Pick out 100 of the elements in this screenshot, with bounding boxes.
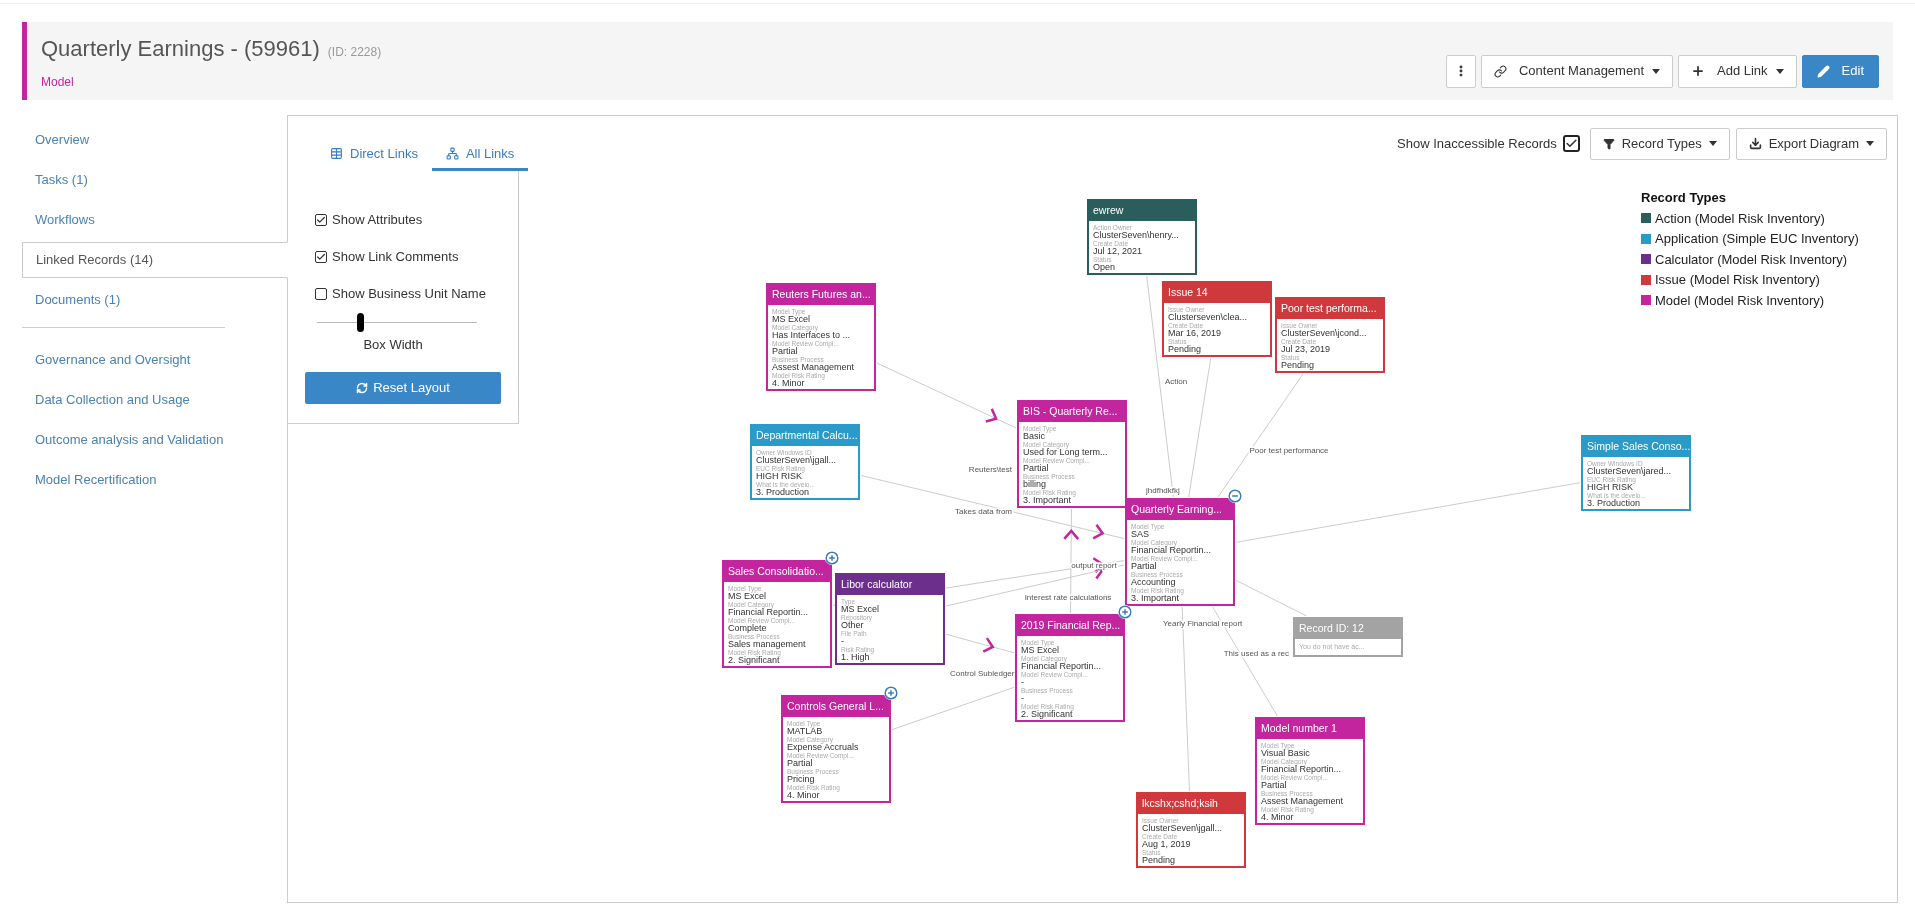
- plus-circle-icon[interactable]: [1118, 605, 1132, 619]
- node-title[interactable]: Model number 1: [1257, 719, 1363, 739]
- field-value: Financial Reportin...: [1131, 546, 1213, 555]
- minus-circle-icon[interactable]: [1228, 489, 1242, 503]
- node-title[interactable]: Controls General L...: [783, 697, 889, 717]
- field-value: 2. Significant: [1021, 710, 1073, 719]
- slider-thumb[interactable]: [357, 313, 365, 332]
- field-value: Sales management: [728, 640, 807, 649]
- refresh-icon: [356, 381, 369, 394]
- field-value: HIGH RISK: [1587, 483, 1633, 492]
- field-value: 3. Important: [1023, 496, 1072, 505]
- field-value: 1. High: [841, 653, 870, 662]
- sidebar-item[interactable]: Linked Records (14): [22, 242, 288, 278]
- field-value: Complete: [728, 624, 767, 633]
- sidebar-item[interactable]: Overview: [22, 122, 287, 158]
- checkbox[interactable]: [315, 287, 327, 300]
- node-title[interactable]: 2019 Financial Rep...: [1017, 616, 1123, 636]
- tab[interactable]: Direct Links: [316, 139, 432, 171]
- legend-title: Record Types: [1641, 189, 1727, 207]
- field-value: Assest Management: [1261, 797, 1345, 806]
- field-value: Pending: [1281, 361, 1316, 370]
- sidebar-item[interactable]: Governance and Oversight: [22, 342, 225, 378]
- add-link-button[interactable]: Add Link: [1678, 54, 1797, 88]
- sidebar-item[interactable]: Model Recertification: [22, 462, 225, 498]
- node-title[interactable]: Reuters Futures an...: [768, 285, 874, 305]
- inaccessible-checkbox[interactable]: [1562, 135, 1580, 152]
- field-value: 3. Important: [1131, 594, 1180, 603]
- link-comment: jhdfhdkfkj: [1146, 486, 1180, 495]
- field-value: -: [1021, 678, 1025, 687]
- table-icon: [330, 147, 343, 160]
- field-value: 4. Minor: [772, 379, 806, 388]
- legend-label: Model (Model Risk Inventory): [1655, 291, 1825, 310]
- field-value: Financial Reportin...: [728, 608, 810, 617]
- field-value: Partial: [772, 347, 798, 356]
- plus-circle-icon[interactable]: [825, 551, 839, 565]
- caret-icon: [1652, 68, 1660, 74]
- sidebar-item[interactable]: Outcome analysis and Validation: [22, 422, 225, 458]
- caret-icon: [1708, 141, 1717, 146]
- sitemap-icon: [445, 147, 459, 160]
- record-types-button[interactable]: Record Types: [1589, 127, 1730, 160]
- field-value: MATLAB: [787, 727, 824, 736]
- link-comment: Control Subledger: [950, 669, 1015, 678]
- node-title[interactable]: BIS - Quarterly Re...: [1019, 402, 1125, 422]
- node-title[interactable]: Quarterly Earning...: [1127, 500, 1233, 520]
- pencil-icon: [1816, 64, 1830, 78]
- field-value: -: [1021, 694, 1025, 703]
- field-value: Pending: [1168, 345, 1203, 354]
- record-title: Quarterly Earnings - (59961): [41, 34, 320, 63]
- node-title[interactable]: Issue 14: [1164, 283, 1270, 303]
- field-value: Has Interfaces to ...: [772, 331, 852, 340]
- caret-icon: [1866, 141, 1874, 146]
- field-value: Partial: [1261, 781, 1287, 790]
- field-value: Expense Accruals: [787, 743, 860, 752]
- field-value: ClusterSeven\jcond...: [1281, 329, 1368, 338]
- field-value: ClusterSeven\jgall...: [1142, 824, 1224, 833]
- node-title[interactable]: Libor calculator: [837, 575, 943, 595]
- field-value: Partial: [1023, 464, 1049, 473]
- content-management-button[interactable]: Content Management: [1480, 54, 1673, 88]
- node-title[interactable]: Simple Sales Conso...: [1583, 437, 1689, 457]
- reset-layout-button[interactable]: Reset Layout: [305, 371, 501, 404]
- record-type: Model: [41, 73, 75, 91]
- plus-circle-icon[interactable]: [884, 686, 898, 700]
- slider-label: Box Width: [363, 336, 423, 354]
- field-value: MS Excel: [772, 315, 811, 324]
- sidebar-item[interactable]: Data Collection and Usage: [22, 382, 225, 418]
- field-value: Assest Management: [772, 363, 856, 372]
- sidebar-item[interactable]: Documents (1): [22, 282, 287, 318]
- checkbox[interactable]: [315, 250, 327, 263]
- field-value: Clusterseven\clea...: [1168, 313, 1249, 322]
- node-title[interactable]: ewrew: [1089, 201, 1195, 221]
- check-icon: [316, 251, 326, 262]
- checkbox[interactable]: [315, 213, 327, 226]
- node-title[interactable]: Departmental Calcu...: [752, 426, 858, 446]
- filter-icon: [1602, 137, 1615, 150]
- field-value: Pending: [1142, 856, 1177, 865]
- download-icon: [1748, 137, 1762, 150]
- sidebar-item[interactable]: Tasks (1): [22, 162, 287, 198]
- link-comment: This used as a rec: [1223, 649, 1289, 658]
- field-value: billing: [1023, 480, 1046, 489]
- node-title[interactable]: Poor test performa...: [1277, 299, 1383, 319]
- sidebar-item[interactable]: Workflows: [22, 202, 287, 238]
- field-value: Aug 1, 2019: [1142, 840, 1192, 849]
- checkbox-label: Show Link Comments: [332, 247, 459, 266]
- field-value: Used for Long term...: [1023, 448, 1109, 457]
- field-value: ClusterSeven\jgall...: [756, 456, 838, 465]
- field-value: 3. Production: [756, 488, 810, 497]
- link-icon: [1493, 64, 1507, 78]
- check-icon: [1564, 137, 1578, 150]
- link-comment: Takes data from: [955, 507, 1012, 516]
- link-comment: Yearly Financial report: [1163, 619, 1243, 628]
- record-id: (ID: 2228): [327, 43, 382, 61]
- node-title[interactable]: Sales Consolidatio...: [724, 562, 830, 582]
- slider-track[interactable]: [317, 313, 477, 332]
- node-title[interactable]: lkcshx;cshd;ksih: [1138, 794, 1244, 814]
- caret-icon: [1775, 68, 1784, 74]
- export-diagram-button[interactable]: Export Diagram: [1735, 127, 1887, 160]
- edit-button[interactable]: Edit: [1801, 54, 1879, 88]
- legend-label: Application (Simple EUC Inventory): [1655, 230, 1859, 248]
- field-value: MS Excel: [841, 605, 880, 614]
- link-comment: Poor test performance: [1249, 446, 1329, 455]
